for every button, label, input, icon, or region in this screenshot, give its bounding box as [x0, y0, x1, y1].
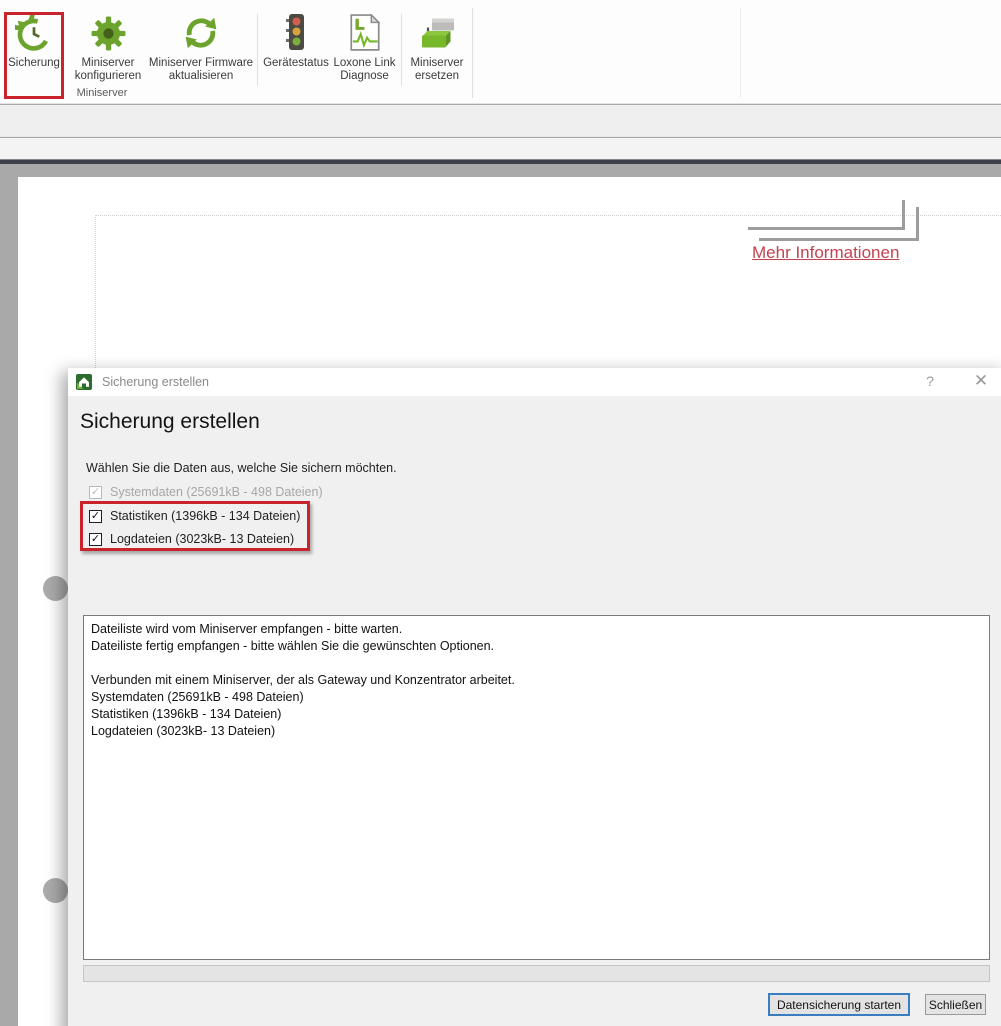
toolbar-button-label: Miniserver Firmware aktualisieren [148, 57, 254, 82]
checkbox-systemdaten: ✓ [89, 485, 102, 499]
toolbar-separator [257, 14, 258, 86]
ribbon-lower-band [0, 105, 1001, 137]
page-handle-dot [43, 576, 68, 601]
mehr-informationen-link[interactable]: Mehr Informationen [752, 243, 899, 263]
refresh-icon [182, 12, 220, 54]
backup-history-icon [15, 12, 53, 54]
checkbox-label: Logdateien (3023kB- 13 Dateien) [110, 532, 295, 546]
log-line: Verbunden mit einem Miniserver, der als … [91, 673, 515, 687]
log-line: Systemdaten (25691kB - 498 Dateien) [91, 690, 304, 704]
dialog-titlebar[interactable]: Sicherung erstellen ? ✕ [68, 368, 1001, 396]
toolbar-group-label: Miniserver [76, 87, 128, 99]
toolbar-button-geraetestatus[interactable]: Gerätestatus [260, 8, 332, 96]
diagnose-document-icon [349, 12, 381, 54]
datensicherung-starten-button[interactable]: Datensicherung starten [768, 993, 910, 1016]
dialog-close-icon[interactable]: ✕ [970, 371, 992, 391]
toolbar-group-separator [472, 8, 473, 98]
toolbar-button-label: Sicherung [8, 57, 60, 69]
traffic-light-icon [285, 12, 307, 54]
toolbar-button-loxone-link-diagnose[interactable]: Loxone Link Diagnose [331, 8, 398, 96]
workspace-divider-line [0, 159, 1001, 164]
page-handle-dot [43, 878, 68, 903]
loxone-logo-icon [76, 374, 92, 390]
log-line: Statistiken (1396kB - 134 Dateien) [91, 707, 282, 721]
gear-icon [90, 12, 127, 54]
dialog-help-button[interactable]: ? [920, 373, 940, 389]
ribbon-toolbar: Sicherung Miniserver konfigurieren Minis… [0, 0, 1001, 104]
checkbox-statistiken[interactable]: ✓ [89, 509, 102, 523]
statusbar-band [0, 138, 1001, 159]
toolbar-button-label: Gerätestatus [263, 57, 329, 69]
toolbar-button-miniserver-konfigurieren[interactable]: Miniserver konfigurieren [68, 8, 148, 96]
dialog-subtitle: Wählen Sie die Daten aus, welche Sie sic… [86, 461, 397, 475]
dialog-title: Sicherung erstellen [102, 375, 210, 389]
toolbar-button-label: Miniserver konfigurieren [74, 57, 142, 82]
log-line: Dateiliste wird vom Miniserver empfangen… [91, 622, 403, 636]
checkbox-label: Statistiken (1396kB - 134 Dateien) [110, 509, 301, 523]
checkbox-label: Systemdaten (25691kB - 498 Dateien) [110, 485, 323, 499]
checkbox-row-systemdaten: ✓ Systemdaten (25691kB - 498 Dateien) [89, 485, 323, 499]
backup-progress-bar [83, 965, 990, 982]
toolbar-separator [740, 8, 741, 98]
backup-log-output[interactable]: Dateiliste wird vom Miniserver empfangen… [83, 615, 990, 960]
checkbox-row-logdateien[interactable]: ✓ Logdateien (3023kB- 13 Dateien) [89, 532, 294, 546]
toolbar-button-firmware-aktualisieren[interactable]: Miniserver Firmware aktualisieren [148, 8, 254, 96]
toolbar-button-label: Miniserver ersetzen [410, 57, 464, 82]
checkbox-logdateien[interactable]: ✓ [89, 532, 102, 546]
checkbox-row-statistiken[interactable]: ✓ Statistiken (1396kB - 134 Dateien) [89, 509, 300, 523]
sicherung-erstellen-dialog: Sicherung erstellen ? ✕ Sicherung erstel… [68, 368, 1001, 1026]
stacked-window-outline [759, 207, 919, 241]
toolbar-button-miniserver-ersetzen[interactable]: Miniserver ersetzen [404, 8, 470, 96]
toolbar-button-label: Loxone Link Diagnose [333, 57, 396, 82]
toolbar-separator [401, 14, 402, 86]
schliessen-button[interactable]: Schließen [925, 994, 986, 1015]
log-line: Logdateien (3023kB- 13 Dateien) [91, 724, 276, 738]
toolbar-button-sicherung[interactable]: Sicherung [5, 8, 63, 96]
replace-boxes-icon [417, 12, 457, 54]
dialog-heading: Sicherung erstellen [80, 410, 260, 433]
log-line: Dateiliste fertig empfangen - bitte wähl… [91, 639, 495, 653]
